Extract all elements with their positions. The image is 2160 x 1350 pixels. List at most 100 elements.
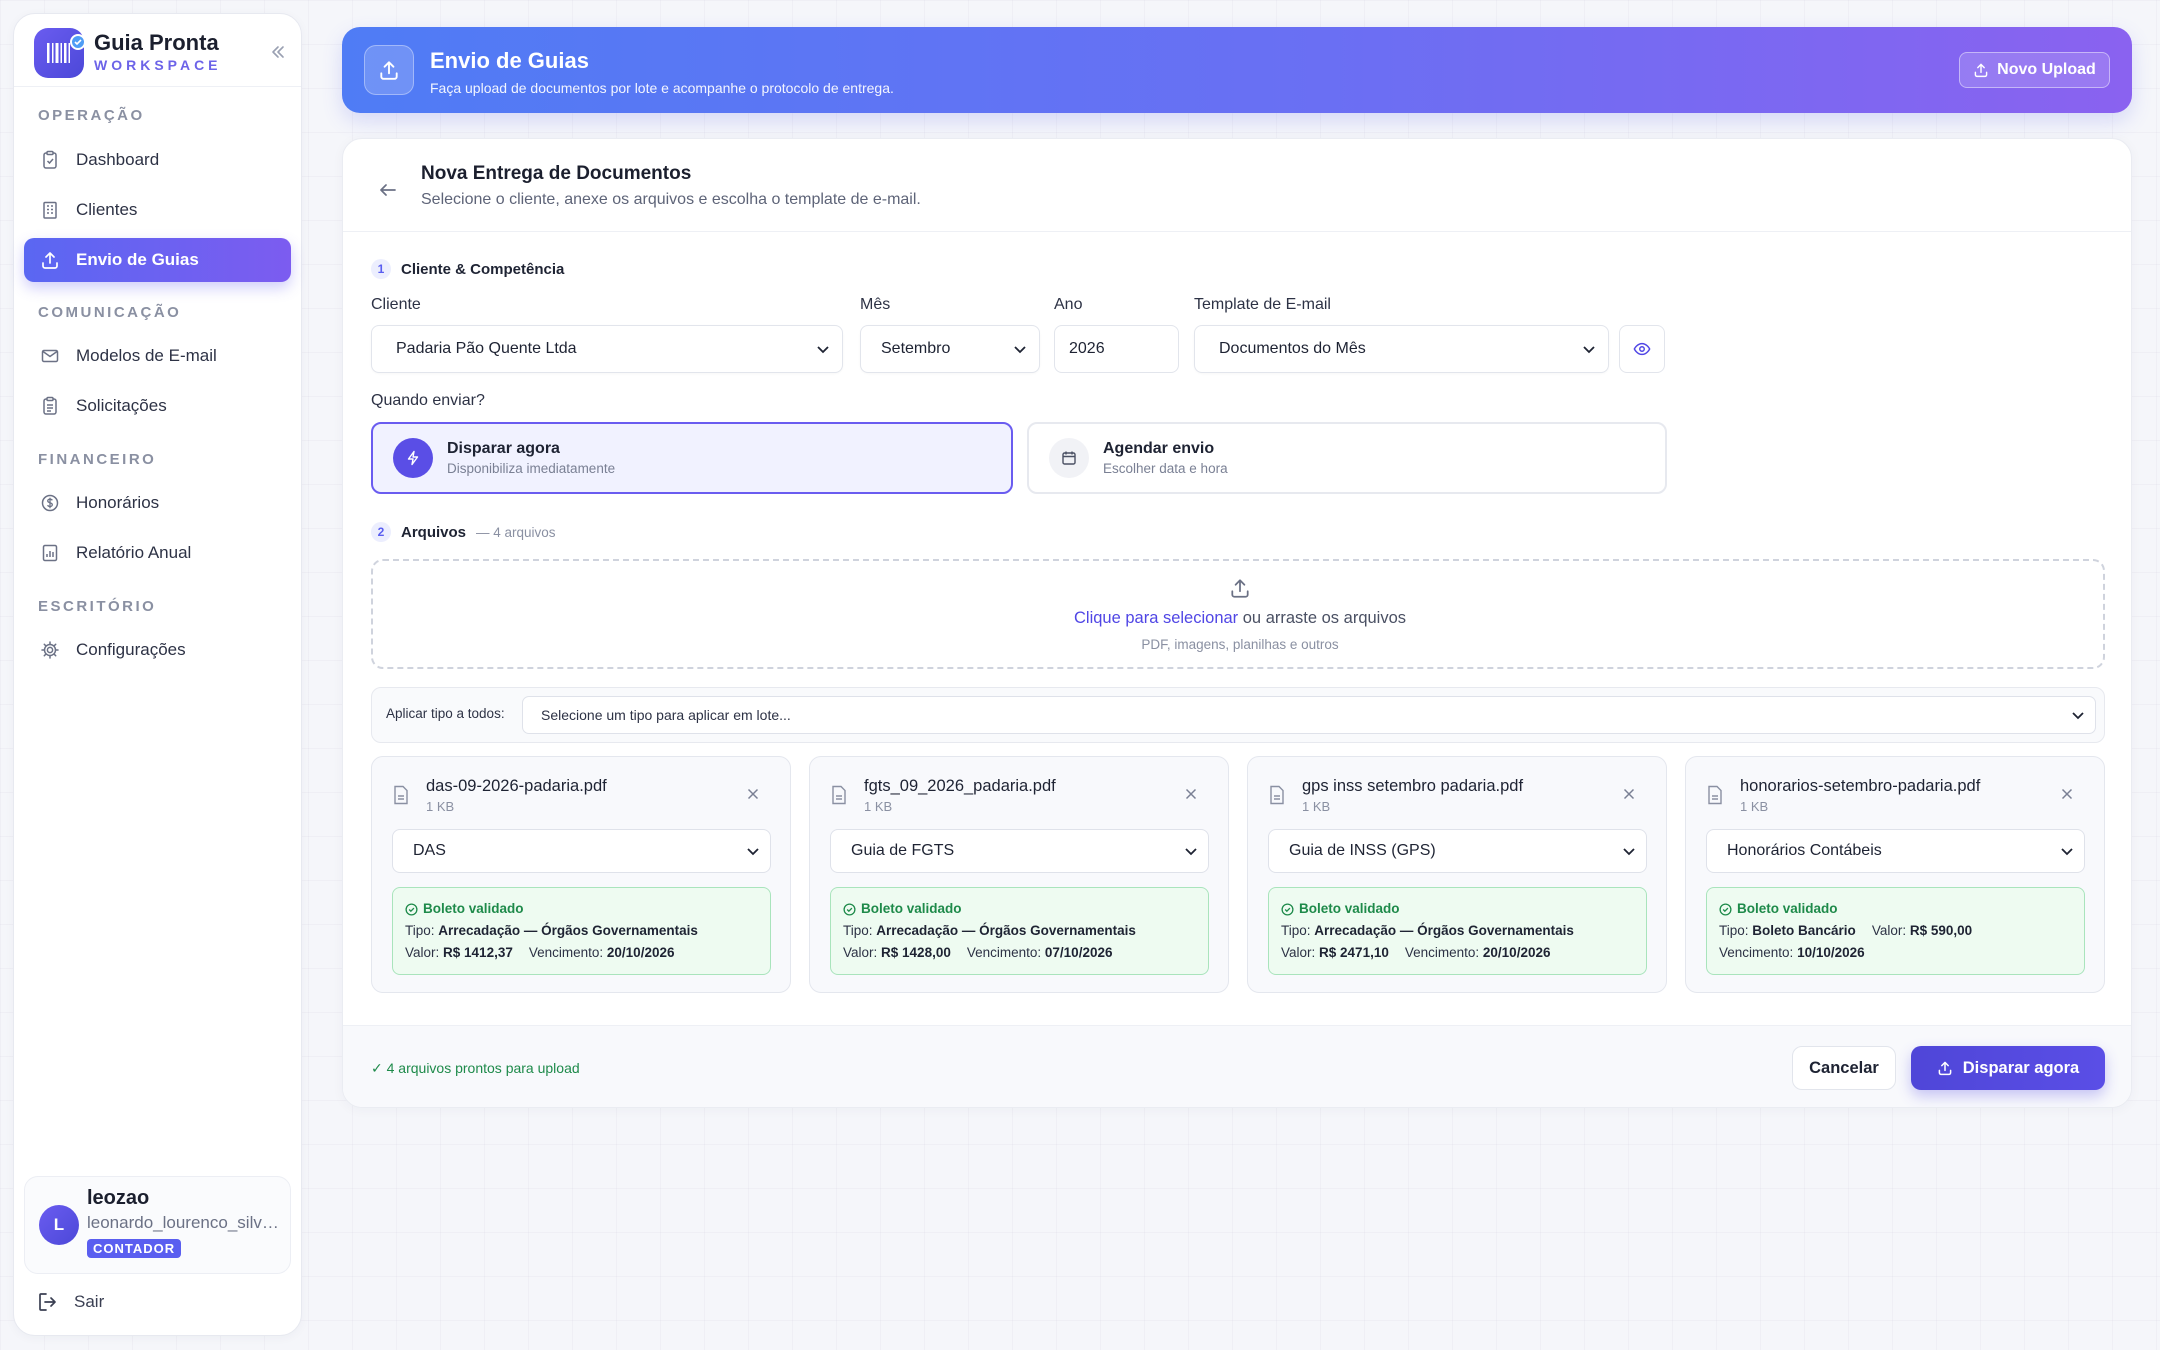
step-number: 2 [371,522,391,542]
sidebar-item-honorarios[interactable]: Honorários [24,481,291,525]
file-type-select[interactable]: Guia de FGTS [830,829,1209,873]
file-icon [1706,785,1724,805]
client-select[interactable]: Padaria Pão Quente Ltda [371,325,843,373]
step-2-heading: 2 Arquivos — 4 arquivos [371,522,556,542]
back-arrow-icon[interactable] [375,177,401,203]
preview-template-button[interactable] [1619,325,1665,373]
remove-file-icon[interactable] [1620,785,1638,803]
sidebar-item-solicitacoes[interactable]: Solicitações [24,384,291,428]
page-header: Envio de Guias Faça upload de documentos… [342,27,2132,113]
upload-icon [1974,63,1988,78]
chevron-down-icon [2072,712,2084,720]
file-name: das-09-2026-padaria.pdf [426,777,607,795]
sidebar-item-dashboard[interactable]: Dashboard [24,138,291,182]
sidebar-item-label: Modelos de E-mail [76,346,217,365]
file-type-value: Guia de INSS (GPS) [1289,842,1436,859]
form-footer: ✓ 4 arquivos prontos para upload Cancela… [343,1025,2131,1107]
file-icon [392,785,410,805]
check-circle-icon [405,902,418,916]
tipo-value: Boleto Bancário [1752,923,1856,938]
remove-file-icon[interactable] [1182,785,1200,803]
send-now-button[interactable]: Disparar agora [1911,1046,2105,1090]
logout-button[interactable]: Sair [36,1290,104,1314]
sidebar-item-relatorio-anual[interactable]: Relatório Anual [24,531,291,575]
bulk-type-label: Aplicar tipo a todos: [386,706,505,721]
file-size: 1 KB [864,799,893,814]
send-now-title: Disparar agora [447,440,560,457]
file-name: gps inss setembro padaria.pdf [1302,777,1524,795]
clipboard-check-icon [43,150,57,169]
schedule-title: Agendar envio [1103,440,1215,457]
sidebar-item-label: Configurações [76,640,186,659]
valor-label: Valor: [1871,923,1907,938]
bulk-type-placeholder: Selecione um tipo para aplicar em lote..… [541,707,791,723]
select-files-link[interactable]: Clique para selecionar [1074,609,1238,627]
file-type-value: Honorários Contábeis [1727,842,1882,859]
chevron-down-icon [1185,848,1197,856]
barcode-icon [47,43,70,63]
user-card[interactable]: L leozao leonardo_lourenco_silva@outlook… [24,1176,291,1274]
schedule-subtitle: Escolher data e hora [1103,461,1228,476]
step-label: Cliente & Competência [401,260,565,278]
validation-status: Boleto validado [1737,901,1838,916]
month-select[interactable]: Setembro [860,325,1040,373]
year-label: Ano [1054,296,1083,313]
month-value: Setembro [881,340,951,357]
valor-label: Valor: [405,945,440,960]
chevron-down-icon [2061,848,2073,856]
validation-status: Boleto validado [423,901,524,916]
upload-icon [364,45,414,95]
schedule-option[interactable]: Agendar envio Escolher data e hora [1027,422,1667,494]
validation-box: Boleto validado Tipo: Arrecadação — Órgã… [392,887,771,975]
chevron-down-icon [1014,346,1026,354]
file-type-select[interactable]: Honorários Contábeis [1706,829,2085,873]
cancel-button[interactable]: Cancelar [1792,1046,1896,1090]
calendar-icon [1049,438,1089,478]
sidebar-item-clientes[interactable]: Clientes [24,188,291,232]
sidebar-item-modelos-email[interactable]: Modelos de E-mail [24,334,291,378]
logout-label: Sair [74,1292,105,1311]
collapse-sidebar-icon[interactable] [266,40,290,64]
logout-icon [39,1293,56,1311]
validation-box: Boleto validado Tipo: Arrecadação — Órgã… [830,887,1209,975]
sidebar-item-label: Honorários [76,493,160,512]
file-icon [830,785,848,805]
file-name: honorarios-setembro-padaria.pdf [1740,777,1981,795]
remove-file-icon[interactable] [2058,785,2076,803]
section-operacao: OPERAÇÃO [38,107,145,124]
tipo-value: Arrecadação — Órgãos Governamentais [1314,923,1574,938]
chevron-down-icon [1623,848,1635,856]
step-label: Arquivos [401,523,467,541]
remove-file-icon[interactable] [744,785,762,803]
file-name: fgts_09_2026_padaria.pdf [864,777,1056,795]
file-size: 1 KB [1740,799,1769,814]
form-title: Nova Entrega de Documentos [421,163,692,184]
new-upload-button[interactable]: Novo Upload [1959,52,2110,88]
file-size: 1 KB [1302,799,1331,814]
send-now-option[interactable]: Disparar agora Disponibiliza imediatamen… [371,422,1013,494]
upload-ready-status: ✓ 4 arquivos prontos para upload [371,1060,580,1076]
file-type-select[interactable]: Guia de INSS (GPS) [1268,829,1647,873]
divider [14,86,301,87]
chevron-down-icon [1583,346,1595,354]
valor-value: R$ 1412,37 [443,945,513,960]
year-input[interactable]: 2026 [1054,325,1179,373]
sidebar-item-configuracoes[interactable]: Configurações [24,628,291,672]
validation-box: Boleto validado Tipo: Arrecadação — Órgã… [1268,887,1647,975]
vencimento-label: Vencimento: [528,945,604,960]
brand-subtitle: WORKSPACE [94,57,222,73]
template-select[interactable]: Documentos do Mês [1194,325,1609,373]
avatar: L [39,1205,79,1245]
bulk-type-select[interactable]: Selecione um tipo para aplicar em lote..… [522,696,2096,734]
file-dropzone[interactable]: Clique para selecionar ou arraste os arq… [371,559,2105,669]
valor-value: R$ 590,00 [1909,923,1973,938]
tipo-label: Tipo: [405,923,435,938]
sidebar-item-label: Relatório Anual [76,543,192,562]
tipo-value: Arrecadação — Órgãos Governamentais [876,923,1136,938]
file-type-select[interactable]: DAS [392,829,771,873]
vencimento-value: 20/10/2026 [1482,945,1551,960]
validation-status: Boleto validado [1299,901,1400,916]
dropzone-text: Clique para selecionar ou arraste os arq… [373,609,2107,628]
client-label: Cliente [371,296,421,313]
sidebar-item-envio-de-guias[interactable]: Envio de Guias [24,238,291,282]
